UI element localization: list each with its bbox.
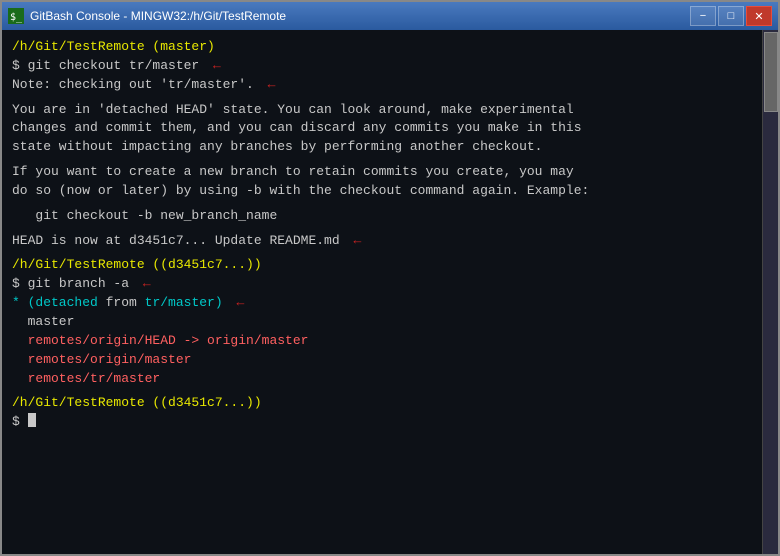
scrollbar-thumb[interactable] bbox=[764, 32, 778, 112]
line-cmd-branch: $ git branch -a ← bbox=[12, 275, 750, 294]
arrow-icon-2: ← bbox=[260, 76, 276, 95]
minimize-button[interactable]: − bbox=[690, 6, 716, 26]
arrow-icon-3: ← bbox=[346, 232, 362, 251]
arrow-icon-1: ← bbox=[205, 57, 221, 76]
line-path-3: /h/Git/TestRemote ((d3451c7...)) bbox=[12, 394, 750, 413]
line-text-2: changes and commit them, and you can dis… bbox=[12, 119, 750, 138]
terminal-content: /h/Git/TestRemote (master) $ git checkou… bbox=[12, 38, 768, 432]
app-icon: $_ bbox=[8, 8, 24, 24]
line-remote-origin-master: remotes/origin/master bbox=[12, 351, 750, 370]
line-text-1: You are in 'detached HEAD' state. You ca… bbox=[12, 101, 750, 120]
line-remote-tr-master: remotes/tr/master bbox=[12, 370, 750, 389]
line-text-5: do so (now or later) by using -b with th… bbox=[12, 182, 750, 201]
arrow-icon-4: ← bbox=[135, 275, 151, 294]
line-prompt-cursor: $ bbox=[12, 413, 750, 432]
line-path-2: /h/Git/TestRemote ((d3451c7...)) bbox=[12, 256, 750, 275]
line-remote-head: remotes/origin/HEAD -> origin/master bbox=[12, 332, 750, 351]
main-window: $_ GitBash Console - MINGW32:/h/Git/Test… bbox=[0, 0, 780, 556]
scrollbar[interactable] bbox=[762, 30, 778, 554]
window-title: GitBash Console - MINGW32:/h/Git/TestRem… bbox=[30, 9, 690, 23]
maximize-button[interactable]: □ bbox=[718, 6, 744, 26]
line-cmd-checkout: $ git checkout tr/master ← bbox=[12, 57, 750, 76]
line-head: HEAD is now at d3451c7... Update README.… bbox=[12, 232, 750, 251]
svg-text:$_: $_ bbox=[10, 12, 23, 23]
line-detached: * (detached from tr/master) ← bbox=[12, 294, 750, 313]
line-note: Note: checking out 'tr/master'. ← bbox=[12, 76, 750, 95]
arrow-icon-5: ← bbox=[229, 294, 245, 313]
line-branch-master: master bbox=[12, 313, 750, 332]
title-bar: $_ GitBash Console - MINGW32:/h/Git/Test… bbox=[2, 2, 778, 30]
terminal-area[interactable]: /h/Git/TestRemote (master) $ git checkou… bbox=[2, 30, 778, 554]
line-text-3: state without impacting any branches by … bbox=[12, 138, 750, 157]
line-path-1: /h/Git/TestRemote (master) bbox=[12, 38, 750, 57]
cursor-block bbox=[28, 413, 36, 427]
line-text-4: If you want to create a new branch to re… bbox=[12, 163, 750, 182]
path-text-2: /h/Git/TestRemote ((d3451c7...)) bbox=[12, 256, 262, 275]
window-controls: − □ ✕ bbox=[690, 6, 772, 26]
close-button[interactable]: ✕ bbox=[746, 6, 772, 26]
path-text-3: /h/Git/TestRemote ((d3451c7...)) bbox=[12, 394, 262, 413]
line-indent: git checkout -b new_branch_name bbox=[12, 207, 750, 226]
path-text: /h/Git/TestRemote (master) bbox=[12, 38, 215, 57]
